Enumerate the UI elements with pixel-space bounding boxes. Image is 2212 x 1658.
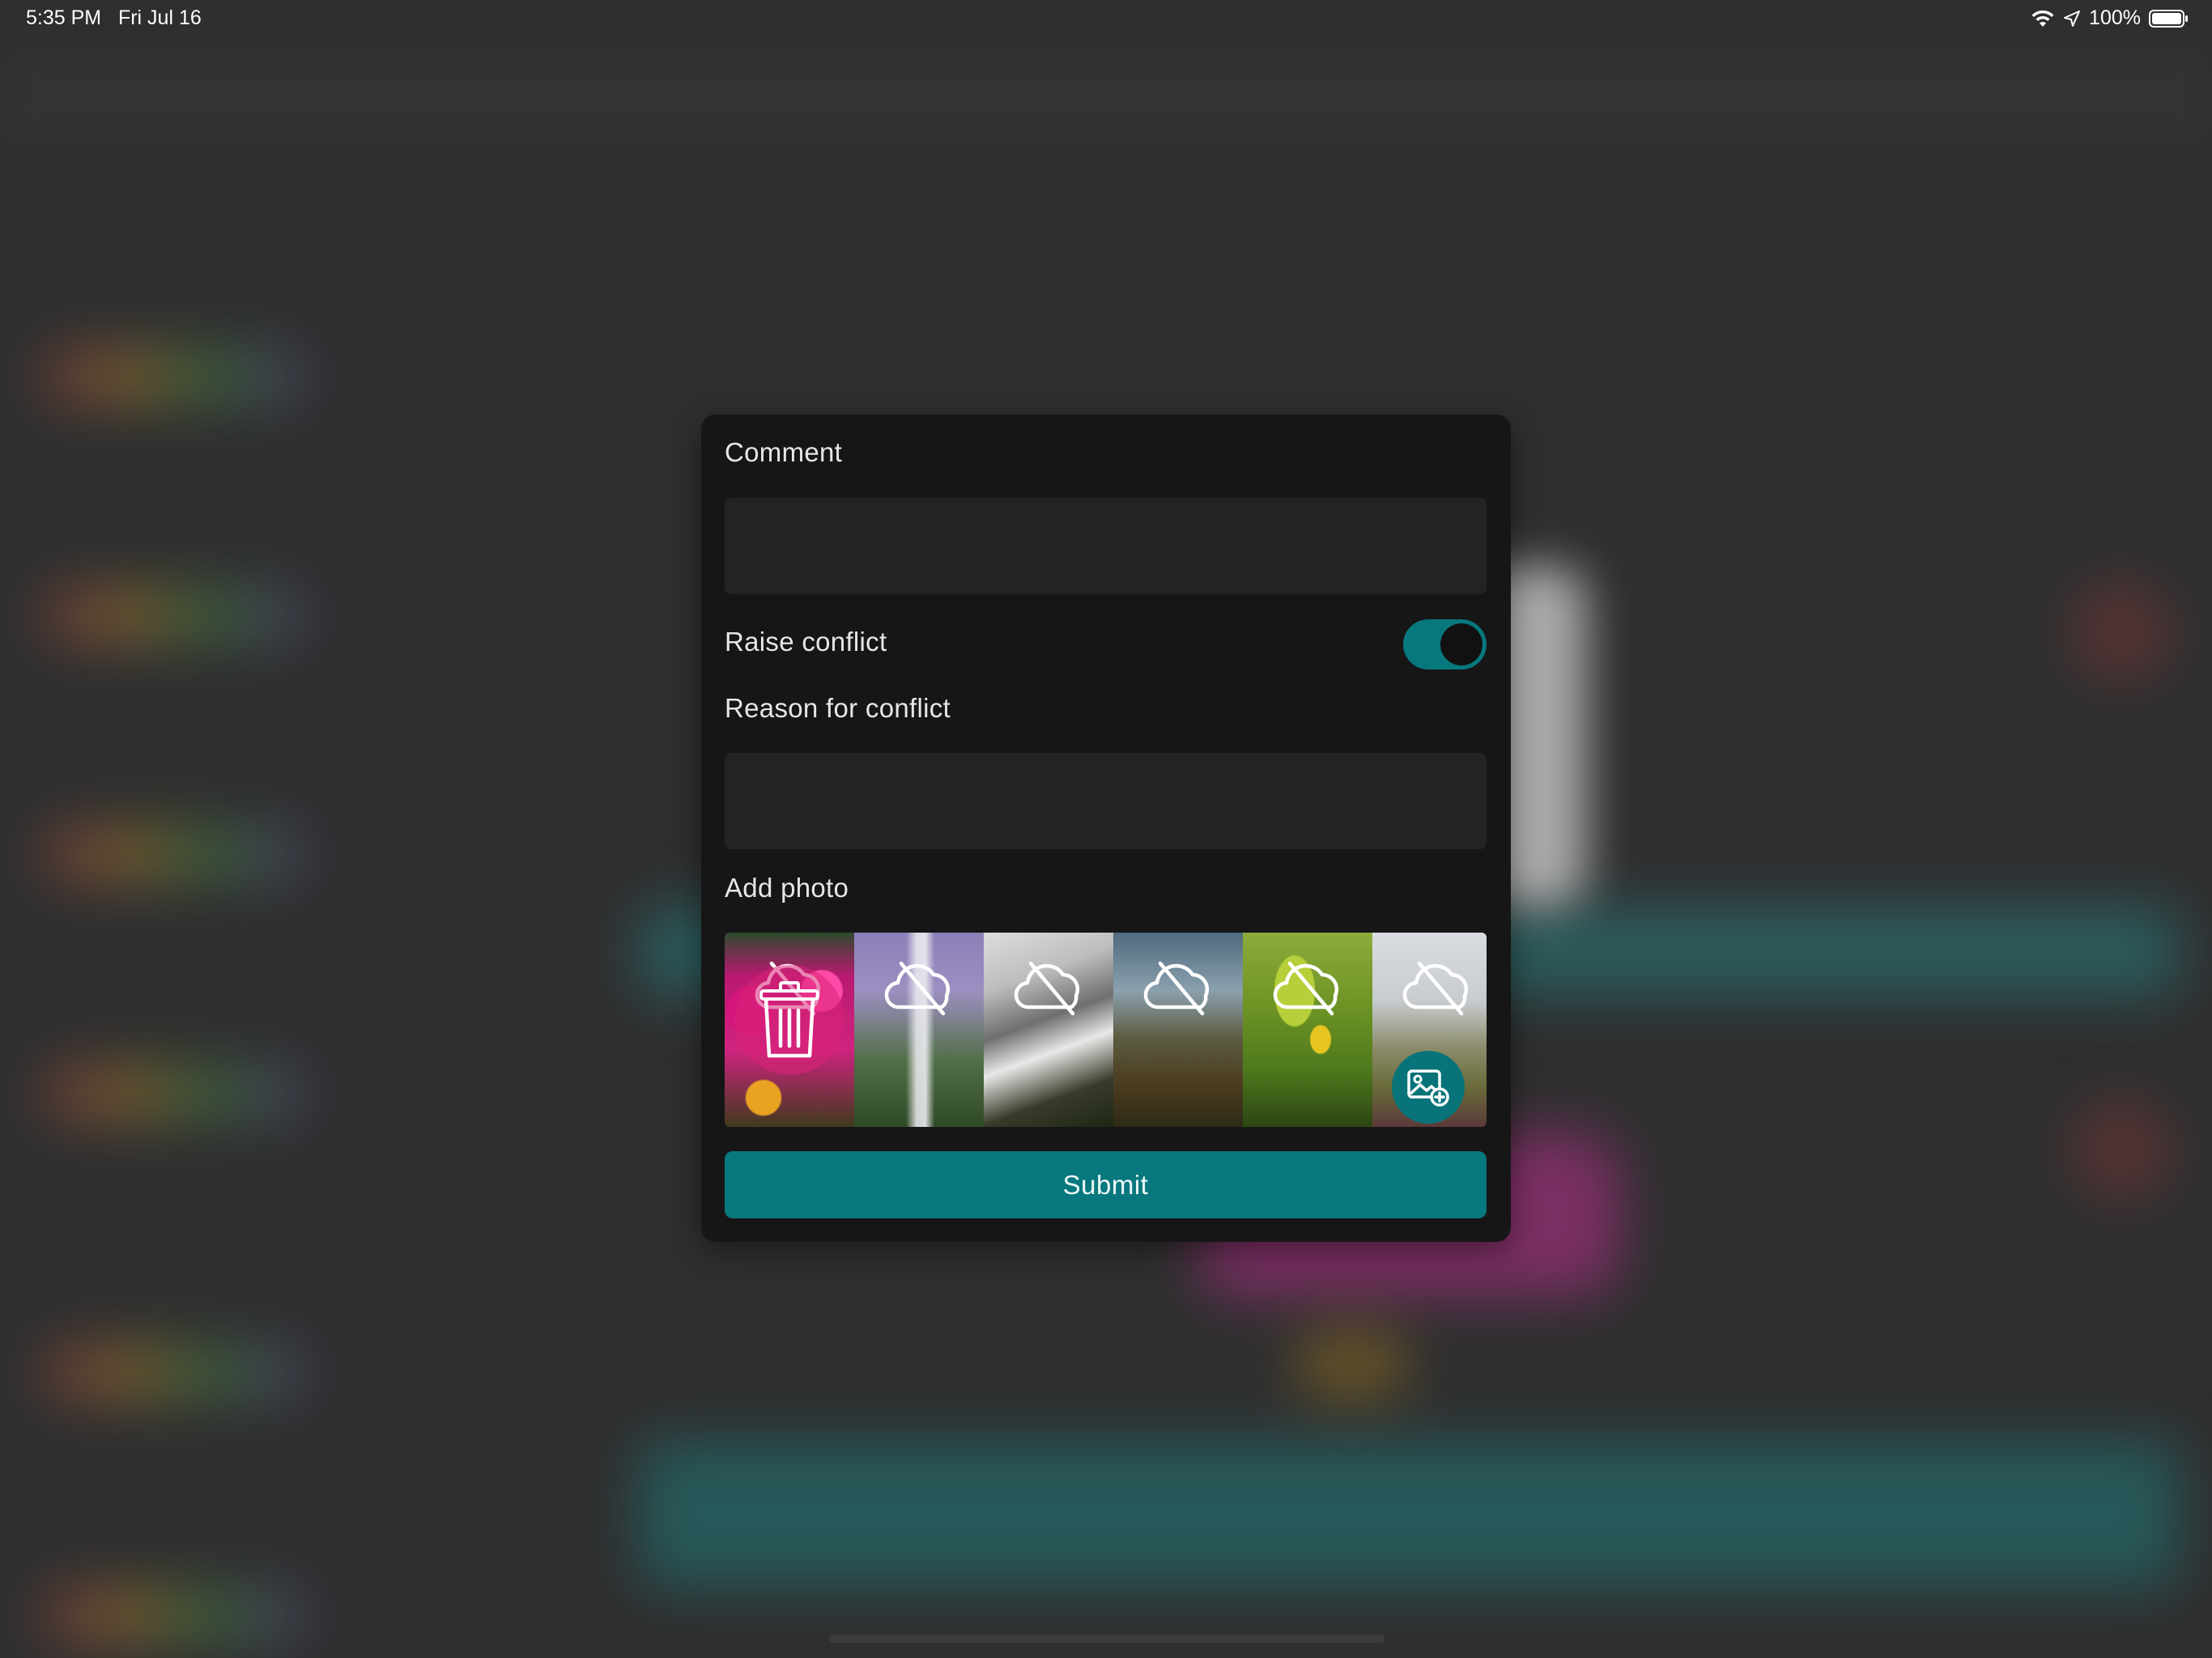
- background-button: [640, 1441, 2178, 1587]
- photo-thumbnail[interactable]: [725, 933, 854, 1127]
- cloud-off-icon: [1402, 961, 1469, 1016]
- add-photo-button[interactable]: [1392, 1051, 1465, 1124]
- photo-thumbnail[interactable]: [1243, 933, 1372, 1127]
- comment-input[interactable]: [725, 498, 1487, 594]
- home-indicator[interactable]: [829, 1635, 1385, 1643]
- conflict-modal: Comment Raise conflict Reason for confli…: [701, 414, 1511, 1242]
- status-bar: 5:35 PM Fri Jul 16 100%: [0, 0, 2212, 39]
- add-photo-label: Add photo: [725, 873, 849, 903]
- wifi-icon: [2031, 10, 2054, 27]
- battery-percent: 100%: [2089, 6, 2141, 29]
- background-row: [40, 1587, 308, 1643]
- comment-label: Comment: [725, 437, 843, 467]
- reason-label: Reason for conflict: [725, 693, 951, 723]
- background-image: [1295, 1328, 1409, 1401]
- cloud-off-icon: [1273, 961, 1339, 1016]
- photo-thumbnail[interactable]: [1372, 933, 1487, 1127]
- background-row: [40, 1344, 308, 1401]
- screen: 5:35 PM Fri Jul 16 100% Comment Raise co…: [0, 0, 2212, 1658]
- photo-thumbnail[interactable]: [984, 933, 1113, 1127]
- trash-icon: [759, 981, 819, 1058]
- cloud-off-icon: [1143, 961, 1210, 1016]
- reason-input[interactable]: [725, 753, 1487, 849]
- background-header: [0, 49, 2212, 146]
- background-row: [40, 587, 308, 644]
- cloud-off-icon: [884, 961, 951, 1016]
- background-row: [40, 348, 308, 405]
- background-badge: [2073, 1101, 2170, 1198]
- submit-button[interactable]: Submit: [725, 1151, 1487, 1218]
- background-badge: [2073, 583, 2170, 680]
- photo-strip: [725, 933, 1487, 1127]
- status-time: 5:35 PM Fri Jul 16: [26, 6, 202, 30]
- location-arrow-icon: [2064, 10, 2081, 27]
- background-row: [40, 826, 308, 882]
- raise-conflict-toggle[interactable]: [1403, 619, 1487, 670]
- photo-thumbnail[interactable]: [854, 933, 984, 1127]
- photo-thumbnail[interactable]: [1113, 933, 1243, 1127]
- status-date-text: Fri Jul 16: [117, 6, 202, 29]
- status-time-text: 5:35 PM: [26, 6, 102, 29]
- delete-photo-button[interactable]: [734, 965, 844, 1075]
- image-add-icon: [1407, 1069, 1449, 1107]
- raise-conflict-label: Raise conflict: [725, 627, 887, 657]
- battery-icon: [2149, 9, 2188, 28]
- cloud-off-icon: [1014, 961, 1080, 1016]
- background-row: [40, 1065, 308, 1121]
- toggle-knob: [1440, 623, 1482, 665]
- status-indicators: 100%: [2031, 6, 2189, 30]
